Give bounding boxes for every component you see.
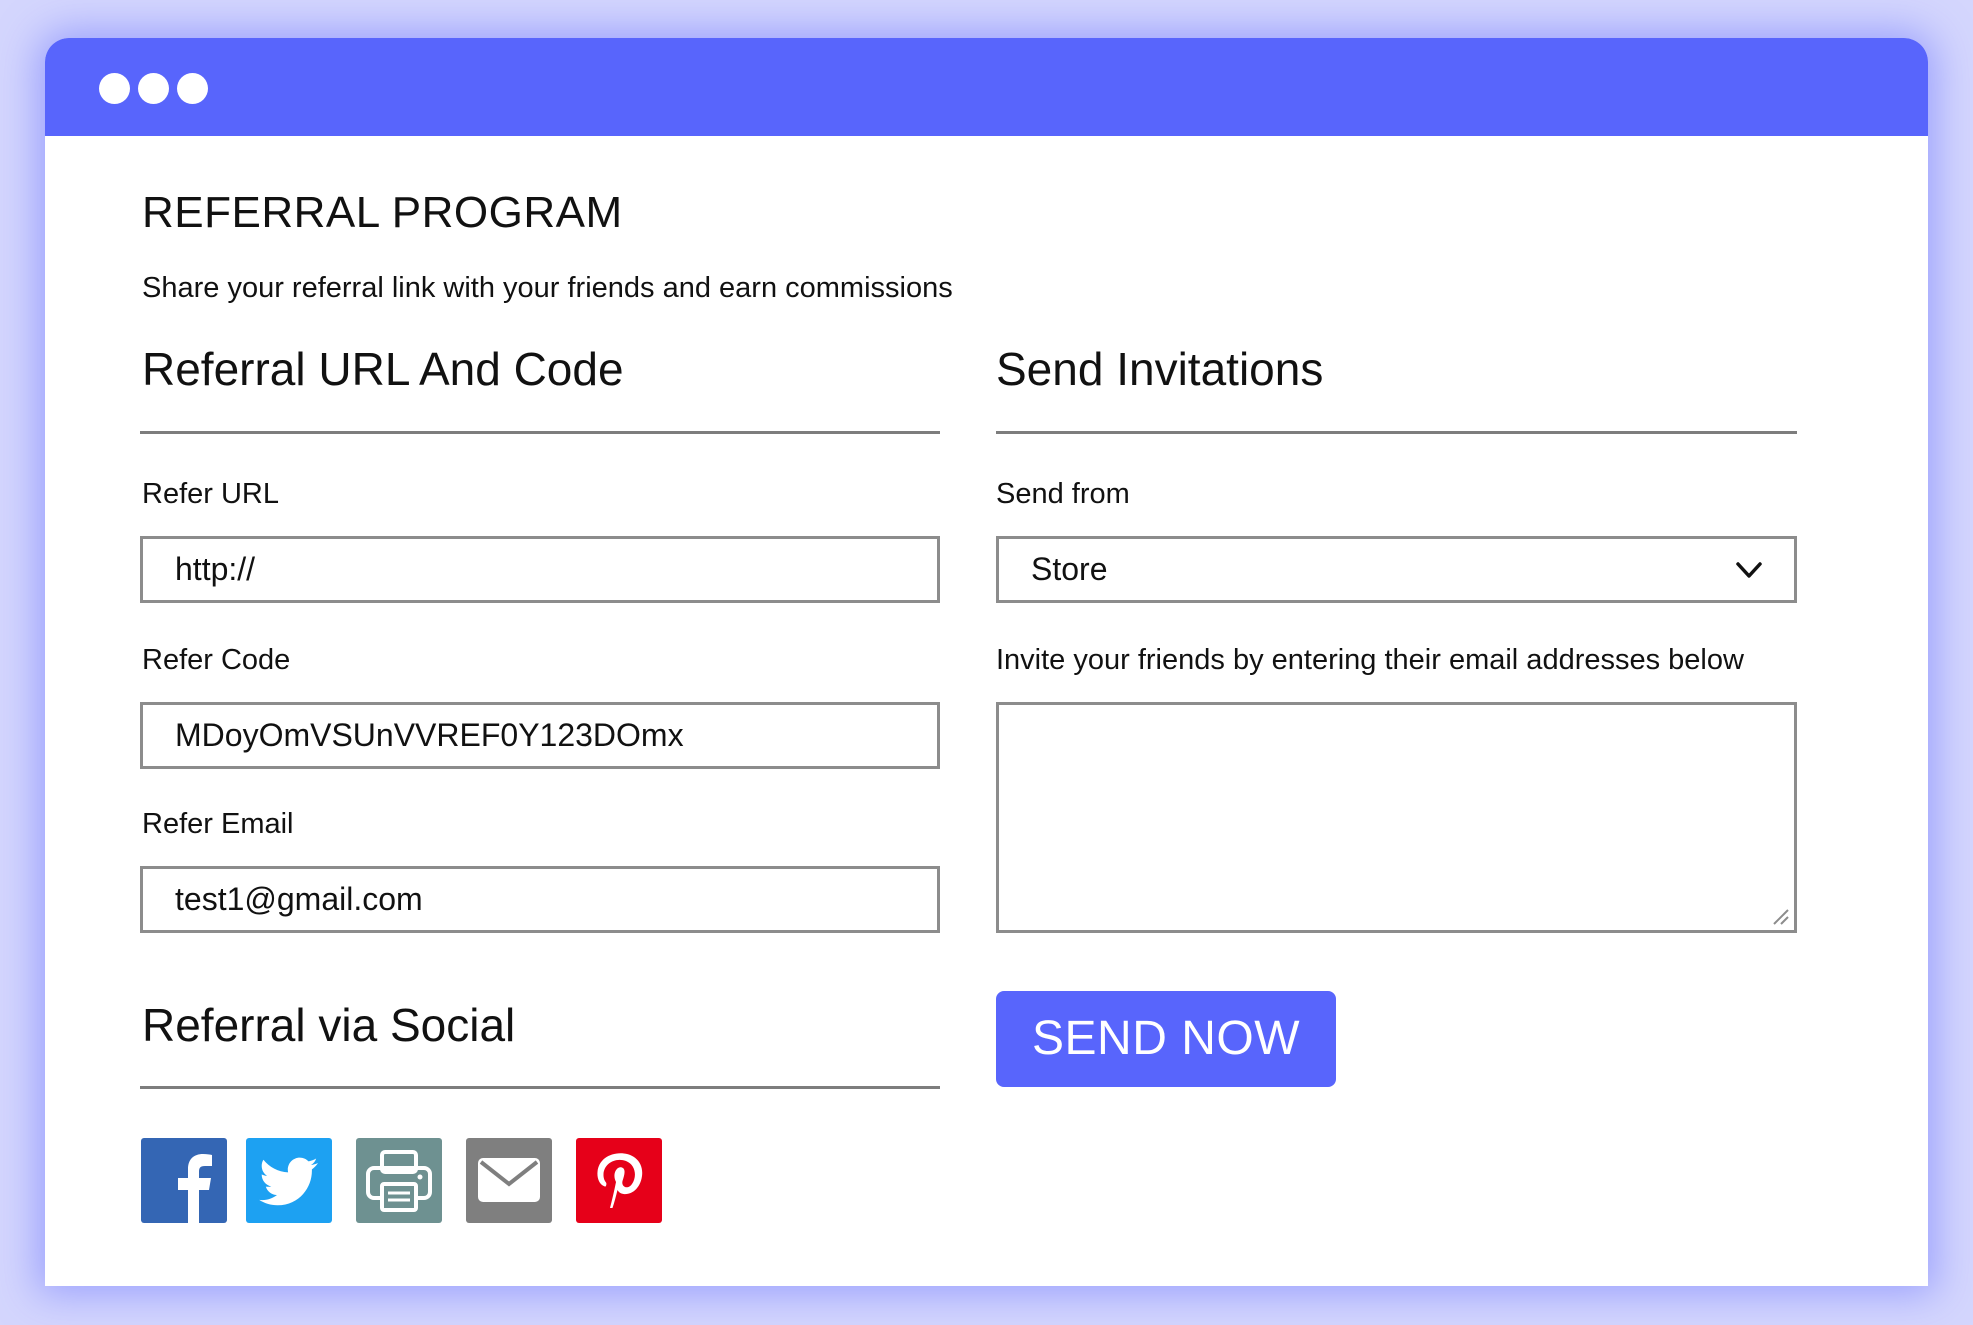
print-share-button[interactable] xyxy=(356,1138,442,1223)
pinterest-icon xyxy=(597,1153,643,1208)
refer-url-input[interactable]: http:// xyxy=(140,536,940,603)
window-dot-icon[interactable] xyxy=(138,73,169,104)
email-share-button[interactable] xyxy=(466,1138,552,1223)
refer-url-label: Refer URL xyxy=(142,478,279,510)
facebook-share-button[interactable] xyxy=(141,1138,227,1223)
invite-emails-textarea[interactable] xyxy=(996,702,1797,933)
chevron-down-icon xyxy=(1736,562,1762,578)
pinterest-share-button[interactable] xyxy=(576,1138,662,1223)
refer-code-input[interactable]: MDoyOmVSUnVVREF0Y123DOmx xyxy=(140,702,940,769)
referral-section-heading: Referral URL And Code xyxy=(142,343,624,395)
refer-email-label: Refer Email xyxy=(142,808,294,840)
refer-code-label: Refer Code xyxy=(142,644,291,676)
section-divider xyxy=(140,431,940,434)
send-from-selected-value: Store xyxy=(1031,551,1108,587)
window-dot-icon[interactable] xyxy=(177,73,208,104)
refer-email-input[interactable]: test1@gmail.com xyxy=(140,866,940,933)
send-from-select[interactable]: Store xyxy=(996,536,1797,603)
title-bar xyxy=(45,38,1928,136)
print-icon xyxy=(366,1150,432,1212)
page-title: REFERRAL PROGRAM xyxy=(142,188,623,237)
window-dot-icon[interactable] xyxy=(99,73,130,104)
send-from-label: Send from xyxy=(996,478,1130,510)
resize-handle-icon[interactable] xyxy=(1770,906,1790,926)
page-subtitle: Share your referral link with your frien… xyxy=(142,272,953,304)
section-divider xyxy=(140,1086,940,1089)
invite-emails-label: Invite your friends by entering their em… xyxy=(996,644,1744,676)
app-window: REFERRAL PROGRAM Share your referral lin… xyxy=(45,38,1928,1286)
twitter-share-button[interactable] xyxy=(246,1138,332,1223)
send-now-button[interactable]: SEND NOW xyxy=(996,991,1336,1087)
twitter-icon xyxy=(259,1157,318,1206)
facebook-icon xyxy=(178,1154,212,1223)
social-section-heading: Referral via Social xyxy=(142,999,516,1051)
email-icon xyxy=(478,1158,540,1202)
section-divider xyxy=(996,431,1797,434)
invitations-section-heading: Send Invitations xyxy=(996,343,1324,395)
